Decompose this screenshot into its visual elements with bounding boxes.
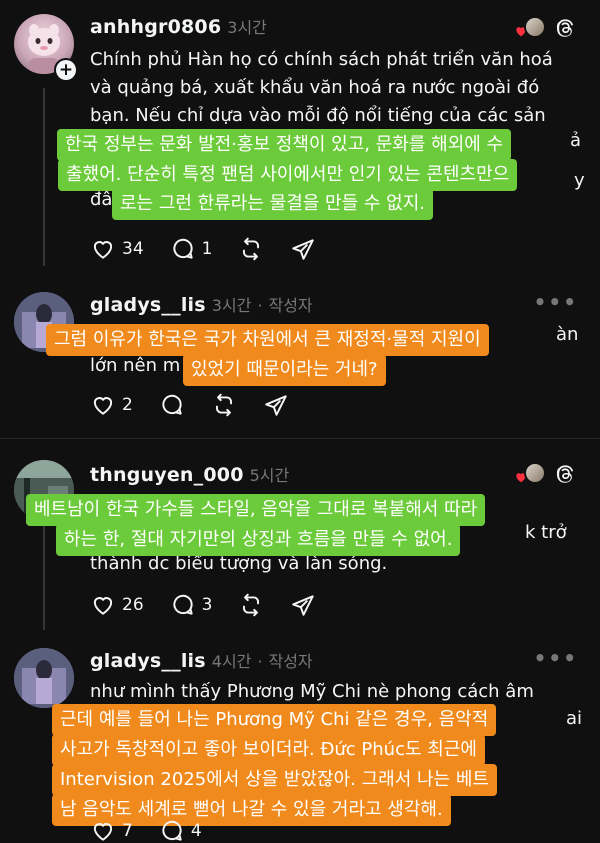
body-line: Chính phủ Hàn họ có chính sách phát triể… <box>90 49 553 70</box>
like-count: 2 <box>122 395 133 415</box>
comment-icon <box>173 238 193 259</box>
translation-overlay-line: 하는 한, 절대 자기만의 상징과 흐름을 만들 수 없어. <box>56 524 461 556</box>
meta-separator: · <box>257 652 263 671</box>
translation-overlay-line: 출했어. 단순히 특정 팬덤 사이에서만 인기 있는 콘텐츠만으 <box>58 159 518 191</box>
more-icon[interactable]: ••• <box>534 290 578 314</box>
comment-icon <box>162 394 182 415</box>
translation-overlay-line: 사고가 독창적이고 좋아 보이더라. Đức Phúc도 최근에 <box>52 734 485 766</box>
timestamp: 5시간 <box>249 466 290 485</box>
post-divider <box>0 438 600 439</box>
share-icon <box>265 395 287 416</box>
body-edge-fragment: k trở <box>525 522 567 543</box>
threads-logo-icon[interactable] <box>554 17 576 39</box>
heart-icon <box>93 597 113 615</box>
threads-logo-icon[interactable] <box>554 463 576 485</box>
body-line: bạn. Nếu chỉ dựa vào mỗi độ nổi tiếng củ… <box>90 105 546 126</box>
share-button[interactable] <box>290 592 316 618</box>
post-4: gladys__lis 4시간 · 작성자 ••• như mình thấy … <box>0 638 600 843</box>
body-line: và quảng bá, xuất khẩu văn hoá ra nước n… <box>90 77 540 98</box>
heart-icon <box>93 823 113 841</box>
translation-overlay-line: 한국 정부는 문화 발전·홍보 정책이 있고, 문화를 해외에 수 <box>57 129 512 161</box>
meta-separator: · <box>257 296 263 315</box>
avatar-image <box>14 648 74 708</box>
thread-line <box>43 520 45 630</box>
reply-count: 4 <box>190 821 202 841</box>
action-bar: 34 1 <box>90 236 342 262</box>
repost-icon <box>243 593 260 617</box>
username[interactable]: thnguyen_000 <box>90 464 244 486</box>
timestamp: 4시간 <box>211 652 252 671</box>
action-bar: 2 <box>90 392 315 418</box>
like-button[interactable]: 7 <box>90 818 133 843</box>
more-icon[interactable]: ••• <box>534 646 578 670</box>
username[interactable]: gladys__lis <box>90 294 206 316</box>
repost-icon <box>243 237 260 261</box>
heart-icon <box>93 397 113 415</box>
translation-overlay-line: 근데 예를 들어 나는 Phương Mỹ Chi 같은 경우, 음악적 <box>52 704 497 736</box>
post-header: thnguyen_000 5시간 <box>90 462 289 486</box>
post-2: gladys__lis 3시간 · 작성자 ••• lớn nên m àn 그… <box>0 280 600 440</box>
post-body: như mình thấy Phương Mỹ Chi nè phong các… <box>90 678 585 706</box>
like-button[interactable]: 34 <box>90 236 144 262</box>
post-3: thnguyen_000 5시간 thành dc biểu tượng và … <box>0 450 600 640</box>
plus-icon: + <box>56 60 76 80</box>
liked-by-avatar[interactable] <box>514 16 546 40</box>
post-header: anhhgr0806 3시간 <box>90 14 267 38</box>
post-top-right <box>514 462 576 486</box>
author-tag: 작성자 <box>268 652 313 671</box>
reply-button[interactable] <box>159 392 185 418</box>
repost-icon <box>215 393 232 417</box>
liked-by-avatar[interactable] <box>514 462 546 486</box>
body-line: như mình thấy Phương Mỹ Chi nè phong các… <box>90 681 534 702</box>
translation-overlay-line: 있었기 때문이라는 거네? <box>183 354 386 386</box>
username[interactable]: gladys__lis <box>90 650 206 672</box>
translation-overlay-line: 베트남이 한국 가수들 스타일, 음악을 그대로 복붙해서 따라 <box>26 494 486 526</box>
body-edge-fragment: y <box>574 170 585 191</box>
share-button[interactable] <box>290 236 316 262</box>
like-button[interactable]: 2 <box>90 392 133 418</box>
reply-count: 3 <box>201 595 213 615</box>
reply-button[interactable]: 1 <box>170 236 213 262</box>
like-button[interactable]: 26 <box>90 592 144 618</box>
comment-icon <box>162 820 182 841</box>
share-button[interactable] <box>263 392 289 418</box>
body-edge-fragment: ai <box>566 708 583 729</box>
post-1: + anhhgr0806 3시간 Chính phủ Hàn họ có chí… <box>0 0 600 290</box>
repost-button[interactable] <box>238 592 264 618</box>
share-icon <box>292 239 315 260</box>
action-bar: 7 4 <box>90 818 228 843</box>
timestamp: 3시간 <box>211 296 252 315</box>
thread-line <box>43 88 45 266</box>
reply-button[interactable]: 4 <box>159 818 202 843</box>
username[interactable]: anhhgr0806 <box>90 16 221 38</box>
comment-icon <box>173 594 193 615</box>
translation-overlay-line: 로는 그런 한류라는 물결을 만들 수 없지. <box>112 188 434 220</box>
translation-overlay-line: 그럼 이유가 한국은 국가 차원에서 큰 재정적·물적 지원이 <box>46 324 489 356</box>
like-count: 34 <box>122 239 144 259</box>
reply-count: 1 <box>201 239 213 259</box>
timestamp: 3시간 <box>227 18 267 37</box>
share-icon <box>292 595 315 616</box>
body-edge-fragment: àn <box>556 324 579 345</box>
author-tag: 작성자 <box>268 296 313 315</box>
repost-button[interactable] <box>238 236 264 262</box>
follow-plus-button[interactable]: + <box>54 58 78 82</box>
like-count: 26 <box>122 595 144 615</box>
translation-overlay-line: Intervision 2025에서 상을 받았잖아. 그래서 나는 베트 <box>52 764 497 796</box>
body-edge-fragment: ả <box>570 130 582 151</box>
avatar[interactable] <box>14 648 74 708</box>
action-bar: 26 3 <box>90 592 342 618</box>
reply-button[interactable]: 3 <box>170 592 213 618</box>
post-header: gladys__lis 4시간 · 작성자 <box>90 648 313 672</box>
post-top-right <box>514 16 576 40</box>
post-header: gladys__lis 3시간 · 작성자 <box>90 292 313 316</box>
like-count: 7 <box>122 821 133 841</box>
heart-icon <box>93 241 113 259</box>
repost-button[interactable] <box>211 392 237 418</box>
